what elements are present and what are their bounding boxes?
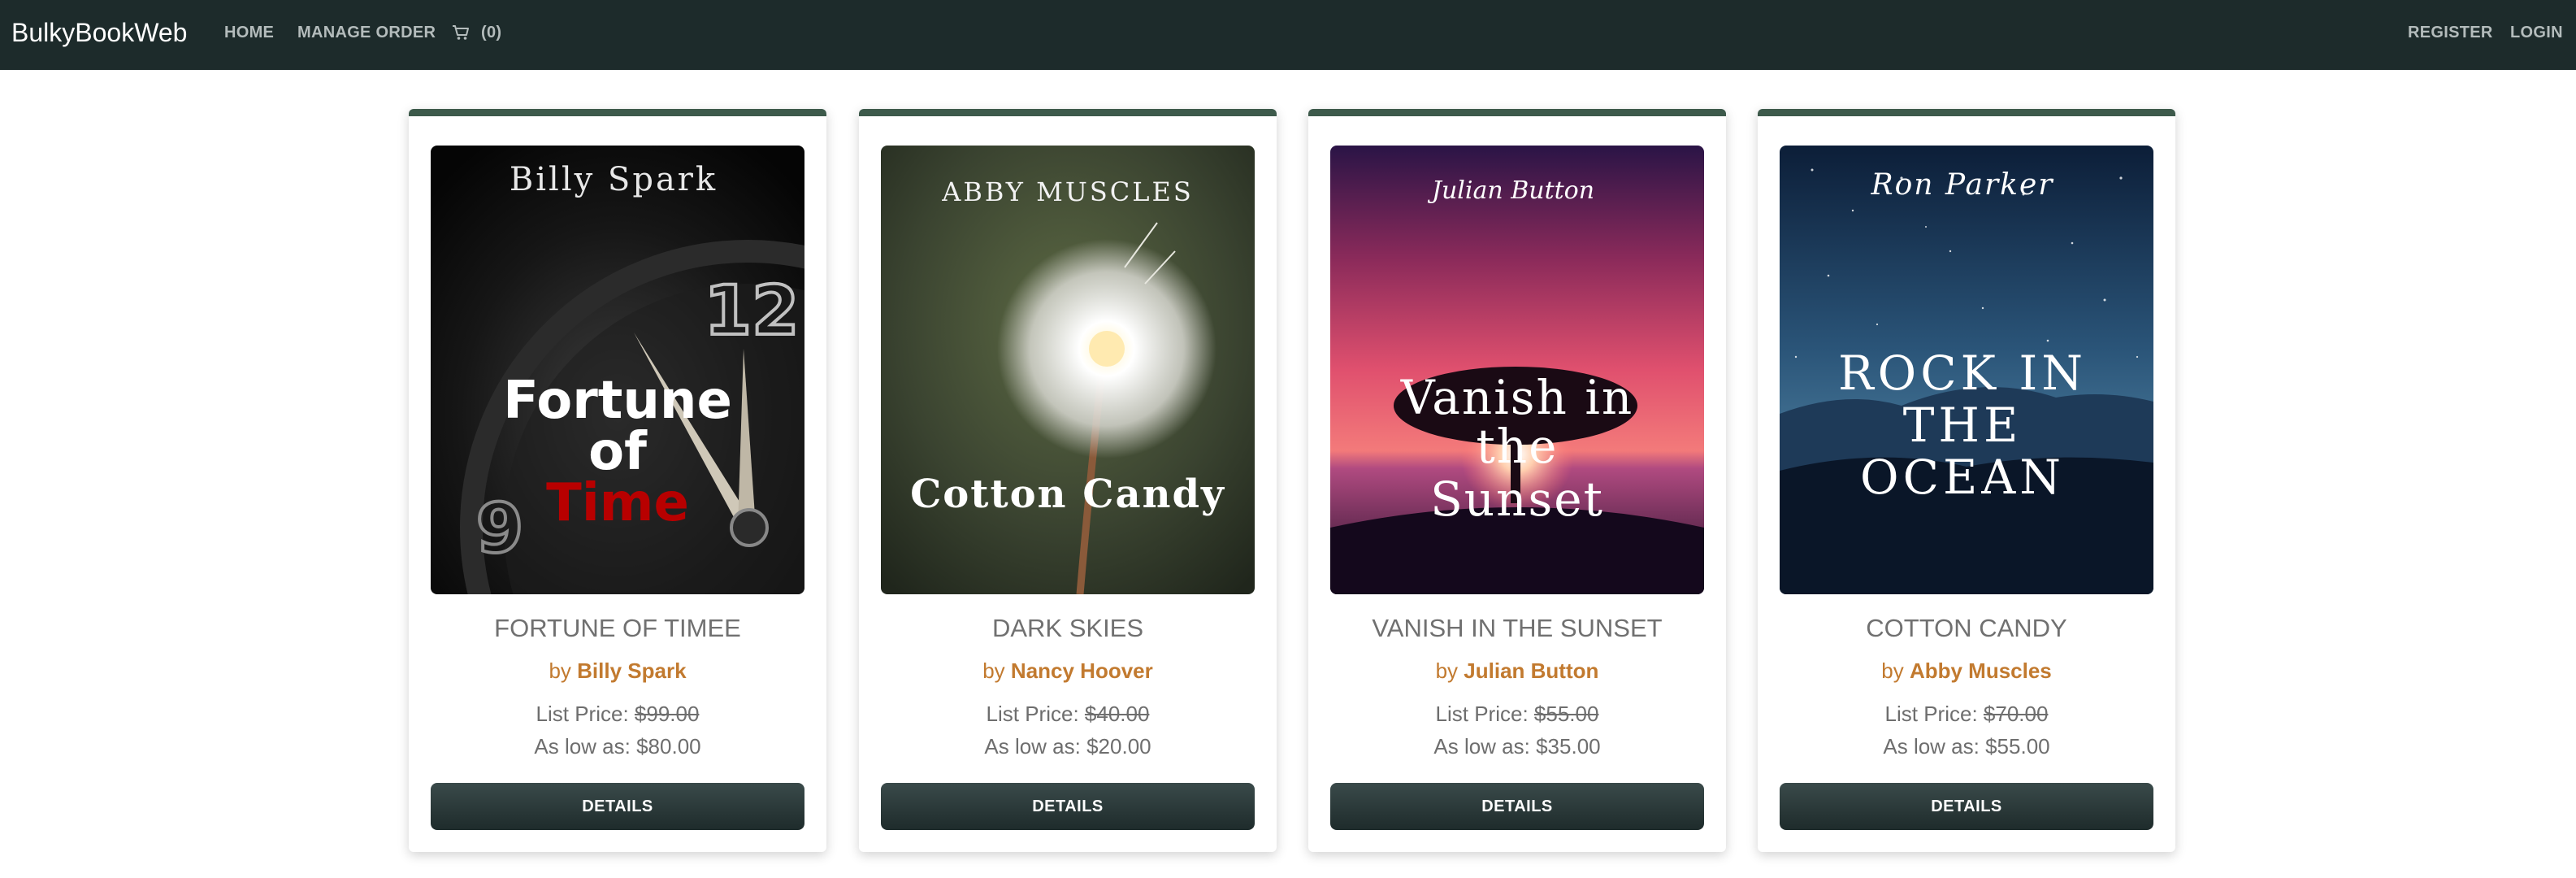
product-card: Julian Button Vanish in the Sunset VANIS…	[1308, 109, 1726, 852]
nav-cart-link[interactable]: (0)	[452, 22, 501, 43]
cover-numeral: 9	[476, 489, 523, 568]
cover-author-text: ABBY MUSCLES	[941, 176, 1194, 207]
product-author-line: by Abby Muscles	[1758, 657, 2175, 685]
cart-icon	[452, 24, 470, 41]
details-button[interactable]: DETAILS	[431, 783, 804, 830]
nav-login-link[interactable]: LOGIN	[2510, 22, 2563, 43]
book-cover-image[interactable]: Ron Parker ROCK IN THE OCEAN	[1780, 146, 2153, 594]
nav-register-link[interactable]: REGISTER	[2408, 22, 2493, 43]
cart-count: (0)	[481, 24, 502, 41]
cover-title-line: Time	[546, 473, 689, 533]
cover-title-line: Cotton Candy	[910, 472, 1225, 517]
details-button[interactable]: DETAILS	[1780, 783, 2153, 830]
top-navbar: BulkyBookWeb HOME MANAGE ORDER (0) REGIS…	[0, 0, 2576, 70]
product-author-line: by Billy Spark	[409, 657, 826, 685]
low-price-line: As low as: $20.00	[984, 734, 1151, 758]
cover-title-line: OCEAN	[1860, 450, 2065, 505]
by-label: by	[1435, 658, 1459, 683]
list-price-label: List Price:	[986, 702, 1079, 726]
product-author-line: by Nancy Hoover	[859, 657, 1277, 685]
product-card: 12 9 Billy Spark Fortune of Time FORTUNE…	[409, 109, 826, 852]
product-title: COTTON CANDY	[1866, 614, 2067, 642]
author-name: Billy Spark	[577, 658, 687, 683]
cover-author-text: Ron Parker	[1870, 168, 2053, 202]
product-title: VANISH IN THE SUNSET	[1372, 614, 1663, 642]
by-label: by	[982, 658, 1005, 683]
by-label: by	[1881, 658, 1904, 683]
cover-author-text: Billy Spark	[510, 161, 718, 198]
product-title: DARK SKIES	[991, 614, 1144, 642]
cover-title-line: ROCK IN	[1838, 346, 2087, 401]
nav-manage-order-link[interactable]: MANAGE ORDER	[297, 22, 436, 43]
list-price-label: List Price:	[1884, 702, 1978, 726]
author-name: Abby Muscles	[1909, 658, 2052, 683]
list-price-line: List Price: $40.00	[859, 700, 1277, 728]
book-cover-image[interactable]: Julian Button Vanish in the Sunset	[1330, 146, 1704, 594]
nav-home-link[interactable]: HOME	[224, 22, 274, 43]
product-card: Ron Parker ROCK IN THE OCEAN COTTON CAND…	[1758, 109, 2175, 852]
by-label: by	[549, 658, 571, 683]
product-author-line: by Julian Button	[1308, 657, 1726, 685]
book-cover-image[interactable]: 12 9 Billy Spark Fortune of Time	[431, 146, 804, 594]
low-price-line: As low as: $80.00	[534, 734, 701, 758]
cover-numeral: 12	[705, 271, 800, 350]
list-price-value: $70.00	[1983, 702, 2049, 726]
cover-title-line: THE	[1903, 398, 2023, 453]
list-price-value: $40.00	[1084, 702, 1150, 726]
low-price-line: As low as: $35.00	[1433, 734, 1601, 758]
author-name: Julian Button	[1464, 658, 1599, 683]
details-button[interactable]: DETAILS	[881, 783, 1255, 830]
low-price-line: As low as: $55.00	[1883, 734, 2050, 758]
cover-title-line: Sunset	[1430, 472, 1604, 527]
author-name: Nancy Hoover	[1010, 658, 1153, 683]
cover-title-line: Vanish in	[1400, 370, 1634, 425]
brand-logo-link[interactable]: BulkyBookWeb	[11, 15, 187, 50]
list-price-value: $55.00	[1533, 702, 1599, 726]
cover-author-text: Julian Button	[1427, 176, 1594, 205]
list-price-value: $99.00	[634, 702, 700, 726]
list-price-line: List Price: $55.00	[1308, 700, 1726, 728]
list-price-label: List Price:	[536, 702, 629, 726]
product-card: ABBY MUSCLES Cotton Candy DARK SKIES by …	[859, 109, 1277, 852]
list-price-line: List Price: $99.00	[409, 700, 826, 728]
list-price-label: List Price:	[1435, 702, 1529, 726]
book-cover-image[interactable]: ABBY MUSCLES Cotton Candy	[881, 146, 1255, 594]
list-price-line: List Price: $70.00	[1758, 700, 2175, 728]
details-button[interactable]: DETAILS	[1330, 783, 1704, 830]
cover-title-line: the	[1477, 419, 1559, 474]
product-title: FORTUNE OF TIMEE	[494, 614, 741, 642]
